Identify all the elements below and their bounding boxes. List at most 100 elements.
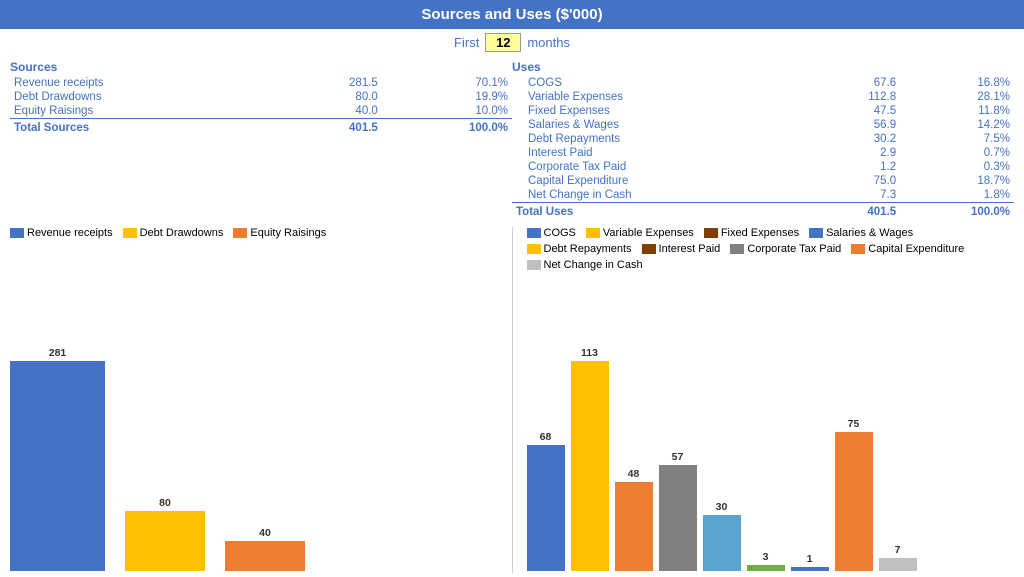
legend-color-box [10,228,24,238]
uses-row-pct: 18.7% [900,174,1014,188]
bar-group: 80 [125,497,205,571]
legend-item: Fixed Expenses [704,227,799,239]
legend-item: Debt Repayments [527,243,632,255]
bar-group: 40 [225,527,305,571]
bar-label-top: 75 [848,418,860,430]
sources-row: Equity Raisings 40.0 10.0% [10,104,512,119]
uses-row-label: Debt Repayments [512,132,811,146]
legend-label: Capital Expenditure [868,243,964,255]
uses-row-label: Net Change in Cash [512,188,811,203]
bar-rect [835,432,873,571]
bar-rect [879,558,917,571]
legend-item: Salaries & Wages [809,227,913,239]
legend-label: Interest Paid [659,243,721,255]
sources-total-value: 401.5 [280,119,382,136]
legend-color-box [851,244,865,254]
bar-rect [659,465,697,571]
legend-label: Net Change in Cash [544,259,643,271]
uses-row: Salaries & Wages 56.9 14.2% [512,118,1014,132]
bar-label-top: 80 [159,497,171,509]
bar-group: 281 [10,347,105,571]
bar-label-top: 57 [672,451,684,463]
bar-rect [125,511,205,571]
uses-row-value: 1.2 [811,160,900,174]
legend-color-box [527,244,541,254]
bar-label-top: 68 [540,431,552,443]
bar-label-top: 40 [259,527,271,539]
legend-item: Interest Paid [642,243,721,255]
uses-row-value: 75.0 [811,174,900,188]
uses-row: Debt Repayments 30.2 7.5% [512,132,1014,146]
left-legend: Revenue receipts Debt Drawdowns Equity Rai… [10,227,498,239]
sources-row: Revenue receipts 281.5 70.1% [10,76,512,90]
sources-row-label: Revenue receipts [10,76,280,90]
sources-total-pct: 100.0% [382,119,512,136]
legend-item: Variable Expenses [586,227,694,239]
sources-row-value: 281.5 [280,76,382,90]
legend-item: Revenue receipts [10,227,113,239]
legend-color-box [123,228,137,238]
legend-label: Debt Repayments [544,243,632,255]
legend-color-box [642,244,656,254]
bar-group: 113 [571,347,609,571]
bar-label-top: 281 [49,347,67,359]
legend-label: Variable Expenses [603,227,694,239]
uses-total-value: 401.5 [811,203,900,220]
legend-color-box [233,228,247,238]
sources-title: Sources [10,60,512,74]
right-legend: COGS Variable Expenses Fixed Expenses Salar… [527,227,1015,271]
sources-row: Debt Drawdowns 80.0 19.9% [10,90,512,104]
legend-color-box [704,228,718,238]
months-label: months [527,35,570,50]
legend-item: Debt Drawdowns [123,227,224,239]
sources-row-pct: 10.0% [382,104,512,119]
bar-rect [10,361,105,571]
uses-row-value: 112.8 [811,90,900,104]
legend-label: Salaries & Wages [826,227,913,239]
legend-item: Equity Raisings [233,227,326,239]
bar-group: 1 [791,553,829,571]
uses-row-pct: 1.8% [900,188,1014,203]
bar-label-top: 1 [807,553,813,565]
uses-row-pct: 0.7% [900,146,1014,160]
uses-row-value: 47.5 [811,104,900,118]
uses-row-pct: 11.8% [900,104,1014,118]
uses-total-label: Total Uses [512,203,811,220]
uses-row-pct: 28.1% [900,90,1014,104]
legend-color-box [527,228,541,238]
legend-color-box [809,228,823,238]
uses-row-label: Salaries & Wages [512,118,811,132]
bar-label-top: 3 [763,551,769,563]
legend-item: COGS [527,227,576,239]
bar-label-top: 30 [716,501,728,513]
uses-row: Corporate Tax Paid 1.2 0.3% [512,160,1014,174]
bar-rect [791,567,829,571]
uses-row: Fixed Expenses 47.5 11.8% [512,104,1014,118]
uses-row-label: Capital Expenditure [512,174,811,188]
uses-row-value: 2.9 [811,146,900,160]
sources-row-pct: 19.9% [382,90,512,104]
uses-row-value: 7.3 [811,188,900,203]
bar-rect [571,361,609,571]
left-bar-chart: 281 80 40 [10,243,498,573]
bar-group: 68 [527,431,565,571]
bar-rect [225,541,305,571]
bar-rect [747,565,785,571]
uses-row: Interest Paid 2.9 0.7% [512,146,1014,160]
uses-row-label: Variable Expenses [512,90,811,104]
legend-color-box [730,244,744,254]
legend-label: COGS [544,227,576,239]
sources-row-label: Equity Raisings [10,104,280,119]
legend-label: Equity Raisings [250,227,326,239]
uses-row-pct: 7.5% [900,132,1014,146]
bar-label-top: 113 [581,347,598,359]
bar-label-top: 48 [628,468,640,480]
months-input[interactable] [485,33,521,52]
uses-title: Uses [512,60,1014,74]
uses-row-pct: 16.8% [900,76,1014,90]
bar-group: 57 [659,451,697,571]
uses-row: Capital Expenditure 75.0 18.7% [512,174,1014,188]
bar-group: 30 [703,501,741,571]
bar-rect [615,482,653,571]
legend-label: Revenue receipts [27,227,113,239]
